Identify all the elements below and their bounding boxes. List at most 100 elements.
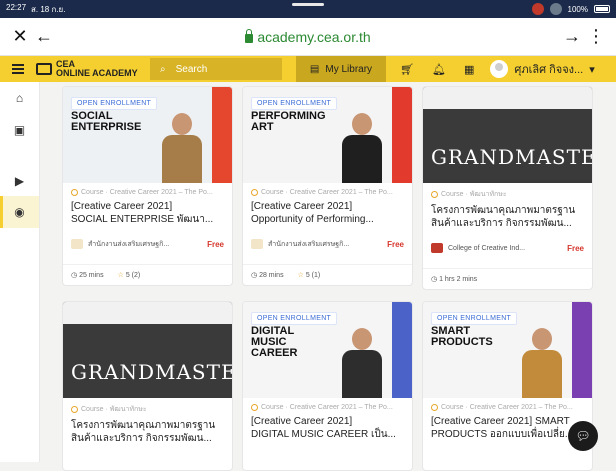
url-display[interactable]: academy.cea.or.th [56,28,560,45]
course-type-icon [431,191,438,198]
my-library-button[interactable]: ▤ My Library [296,56,386,82]
course-title-line1: [Creative Career 2021] [251,416,353,427]
course-meta: Course · Creative Career 2021 – The Po..… [261,404,393,411]
calendar-view-icon[interactable]: ▣ [0,114,39,146]
browser-toolbar: ✕ ← academy.cea.or.th → ⋮ [0,18,616,56]
url-text: academy.cea.or.th [257,28,371,45]
search-icon: ⌕ [160,63,166,75]
multitask-indicator[interactable] [292,3,324,6]
thumbnail-title: PERFORMING ART [251,110,326,133]
search-placeholder: Search [175,63,208,75]
menu-icon[interactable] [0,64,36,74]
course-thumbnail: OPEN ENROLLMENT SOCIAL ENTERPRISE [63,87,232,183]
course-thumbnail: OPEN ENROLLMENT SMART PRODUCTS [423,302,592,398]
instructor-photo [522,328,562,398]
thumbnail-title: SOCIAL ENTERPRISE [71,110,142,133]
price: Free [567,243,584,253]
more-options-icon[interactable]: ⋮ [584,25,608,49]
logo-line2: ONLINE ACADEMY [56,68,138,78]
chevron-down-icon: ▾ [589,63,595,76]
status-date: ส. 18 ก.ย. [31,4,66,14]
forward-arrow-icon[interactable]: → [560,25,584,49]
provider-name: College of Creative Ind... [448,244,526,252]
sidebar: ⌂ ▣ ▶ ◉ [0,82,40,462]
course-thumbnail: GRANDMASTER [423,87,592,183]
user-name: ศุภเลิศ กิจจง... [514,64,584,76]
play-icon[interactable]: ▶ [0,165,39,197]
rating: 5 (1) [305,272,321,279]
library-icon: ▤ [309,63,320,75]
thumbnail-title: SMART PRODUCTS [431,325,493,348]
library-label: My Library [325,63,373,75]
provider-logo [431,243,443,253]
rating: 5 (2) [125,272,141,279]
course-meta: Course · Creative Career 2021 – The Po..… [441,404,573,411]
app-icon [549,3,562,15]
course-title-line1: [Creative Career 2021] [71,201,173,212]
course-type-icon [71,189,78,196]
chat-bubble-icon[interactable]: 💬︎ [568,421,598,451]
course-card[interactable]: OPEN ENROLLMENT SOCIAL ENTERPRISE Course… [62,86,233,286]
enrollment-badge: OPEN ENROLLMENT [71,97,158,110]
course-meta: Course · Creative Career 2021 – The Po..… [261,189,393,196]
course-thumbnail: GRANDMASTER [63,302,232,398]
enrollment-badge: OPEN ENROLLMENT [251,97,338,110]
duration: 1 hrs 2 mins [439,276,478,283]
course-card[interactable]: OPEN ENROLLMENT PERFORMING ART Course · … [242,86,413,286]
library-nav-icon[interactable]: ◉ [0,196,39,228]
clock-icon: ◷ [251,272,258,279]
course-title-line2: DIGITAL MUSIC CAREER เป็น... [251,429,396,440]
app-header: CEA ONLINE ACADEMY ⌕ Search ▤ My Library… [0,56,616,82]
avatar [490,60,509,78]
course-card[interactable]: GRANDMASTER Course · พัฒนาทักษะ โครงการพ… [62,301,233,471]
course-meta: Course · พัฒนาทักษะ [81,406,147,413]
notification-icon [531,3,544,15]
calendar-icon[interactable]: ▦ [464,63,474,76]
back-arrow-icon[interactable]: ← [32,25,56,49]
course-type-icon [71,406,78,413]
duration: 28 mins [259,272,284,279]
home-icon[interactable]: ⌂ [0,82,39,114]
course-meta: Course · พัฒนาทักษะ [441,191,507,198]
instructor-photo [342,328,382,398]
battery-icon [594,5,610,13]
search-input[interactable]: ⌕ Search [150,58,282,80]
enrollment-badge: OPEN ENROLLMENT [431,312,518,325]
user-menu[interactable]: ศุภเลิศ กิจจง... ▾ [490,60,595,78]
battery-percent: 100% [567,4,588,14]
star-icon: ☆ [297,272,304,279]
course-card[interactable]: OPEN ENROLLMENT DIGITAL MUSIC CAREER Cou… [242,301,413,471]
course-title-line2: SOCIAL ENTERPRISE พัฒนา... [71,214,214,225]
cart-icon[interactable]: 🛒︎ [400,63,414,76]
course-title-line2: สินค้าและบริการ กิจกรรมพัฒน... [431,218,572,229]
course-title-line2: สินค้าและบริการ กิจกรรมพัฒน... [71,433,212,444]
logo-mark-icon [36,63,52,75]
close-icon[interactable]: ✕ [8,25,32,49]
logo[interactable]: CEA ONLINE ACADEMY [36,60,146,78]
course-type-icon [251,189,258,196]
course-card[interactable]: OPEN ENROLLMENT SMART PRODUCTS Course · … [422,301,593,471]
instructor-photo [162,113,202,183]
ios-status-bar: 22:27 ส. 18 ก.ย. 100% [0,0,616,18]
thumbnail-title: DIGITAL MUSIC CAREER [251,325,298,359]
course-title-line2: Opportunity of Performing... [251,214,374,225]
enrollment-badge: OPEN ENROLLMENT [251,312,338,325]
thumbnail-title: GRANDMASTER [431,145,592,169]
course-title-line1: โครงการพัฒนาคุณภาพมาตรฐาน [71,420,216,431]
provider-name: สำนักงานส่งเสริมเศรษฐกิ... [268,240,350,248]
course-type-icon [431,404,438,411]
course-thumbnail: OPEN ENROLLMENT PERFORMING ART [243,87,412,183]
provider-logo [251,239,263,249]
provider-logo [71,239,83,249]
provider-name: สำนักงานส่งเสริมเศรษฐกิ... [88,240,170,248]
instructor-photo [342,113,382,183]
course-title-line1: [Creative Career 2021] [251,201,353,212]
thumbnail-title: GRANDMASTER [71,360,232,384]
bell-icon[interactable]: 🔔︎ [432,63,446,76]
course-title-line1: [Creative Career 2021] SMART [431,416,570,427]
status-time: 22:27 [6,2,27,12]
lock-icon [245,28,254,43]
duration: 25 mins [79,272,104,279]
course-card[interactable]: GRANDMASTER Course · พัฒนาทักษะ โครงการพ… [422,86,593,290]
course-title-line2: PRODUCTS ออกแบบเพื่อเปลี่ย... [431,429,574,440]
